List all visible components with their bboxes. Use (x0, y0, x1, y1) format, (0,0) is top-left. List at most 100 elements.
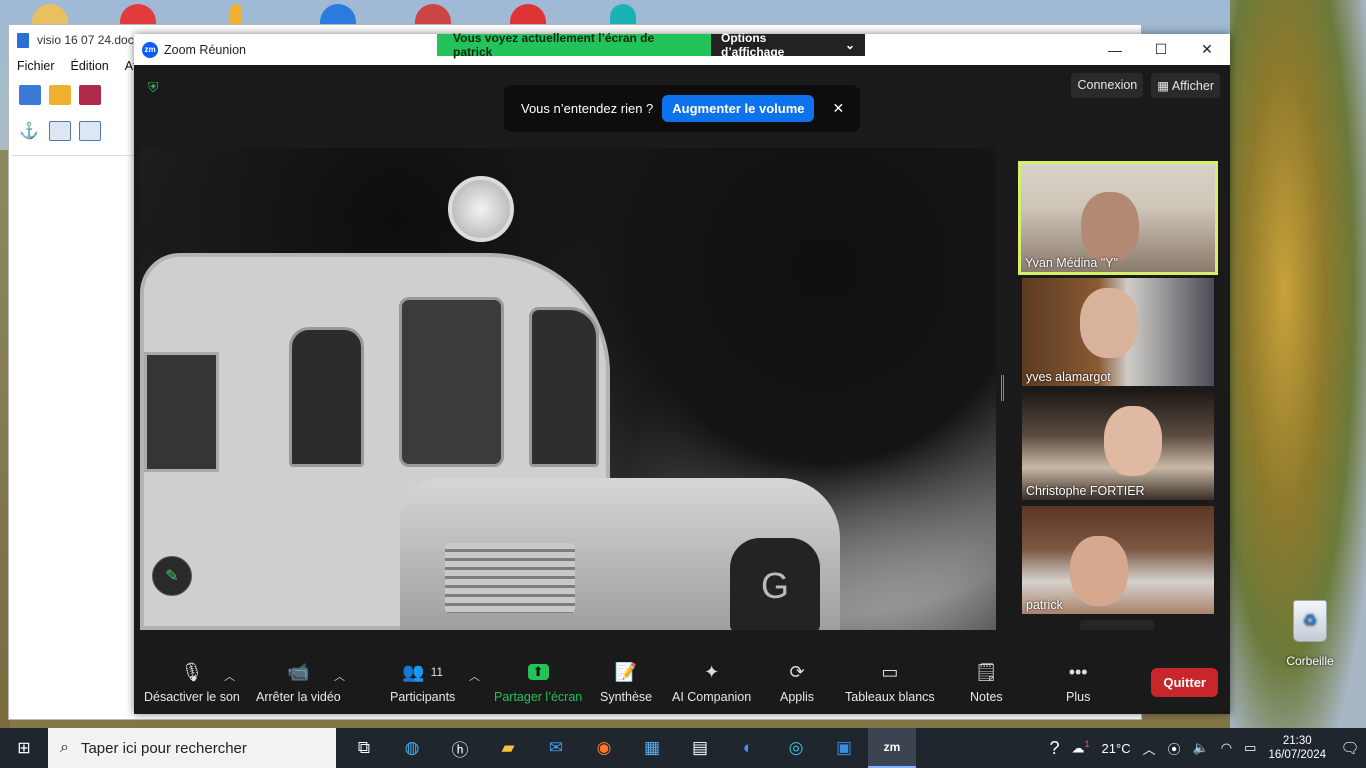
increase-volume-button[interactable]: Augmenter le volume (662, 95, 815, 122)
share-banner-text: Vous voyez actuellement l’écran de patri… (437, 31, 711, 59)
firefox-icon[interactable]: ◉ (580, 728, 628, 768)
railcar-grille (445, 543, 575, 613)
whiteboards-button[interactable]: ▭ Tableaux blancs (845, 660, 935, 705)
railcar-window (399, 297, 504, 467)
encryption-shield-icon[interactable]: ⛨ (148, 79, 159, 96)
window-controls: — ☐ ✕ (1092, 34, 1230, 65)
show-hidden-icons-chevron-icon[interactable]: ︿ (1143, 739, 1156, 758)
participant-name: yves alamargot (1026, 370, 1111, 384)
video-options-caret-icon[interactable]: ︿ (334, 668, 345, 684)
participant-tile[interactable]: yves alamargot (1022, 278, 1214, 386)
participant-video (1104, 406, 1162, 476)
participants-button[interactable]: 👥 11 Participants (390, 660, 456, 705)
document-page[interactable] (11, 155, 135, 715)
participant-video (1080, 288, 1138, 358)
railcar-window (289, 327, 364, 467)
more-button[interactable]: ••• Plus (1066, 660, 1090, 705)
participants-options-caret-icon[interactable]: ︿ (469, 668, 480, 684)
share-screen-label: Partager l’écran (494, 690, 583, 704)
minimize-button[interactable]: — (1092, 34, 1138, 65)
share-screen-icon: ⬆ (527, 660, 549, 684)
participants-label: Participants (390, 690, 456, 704)
menu-edition[interactable]: Édition (71, 59, 109, 73)
shared-screen-video[interactable]: G ✎ (140, 148, 996, 630)
menu-fichier[interactable]: Fichier (17, 59, 55, 73)
maximize-button[interactable]: ☐ (1138, 34, 1184, 65)
afficher-label: Afficher (1171, 79, 1214, 93)
office-app-icon[interactable]: ▤ (676, 728, 724, 768)
afficher-button[interactable]: ▦ Afficher (1151, 73, 1220, 98)
share-screen-button[interactable]: ⬆ Partager l’écran (494, 660, 582, 704)
wifi-icon[interactable]: ◠ (1221, 740, 1232, 756)
notifications-icon[interactable]: 🗨 (1334, 728, 1366, 768)
microphone-icon: 🎙 (180, 661, 204, 682)
participant-tile[interactable]: Christophe FORTIER (1022, 392, 1214, 500)
taskbar-search[interactable]: ⌕ Taper ici pour rechercher (48, 728, 336, 768)
apps-button[interactable]: ⟳ Applis (780, 660, 814, 705)
recycle-bin-icon: ♻ (1293, 600, 1327, 642)
webcam-icon[interactable]: ⦿ (1168, 739, 1181, 758)
taskbar-apps: ⧉ ◍ ⓗ ▰ ✉ ◉ ▦ ▤ ◐ ◎ ▣ zm (340, 728, 916, 768)
view-options-button[interactable]: Options d’affichage ⌄ (711, 31, 865, 59)
quit-meeting-button[interactable]: Quitter (1151, 668, 1218, 697)
wrap-icon[interactable] (79, 121, 101, 141)
taskbar-clock[interactable]: 21:30 16/07/2024 (1268, 734, 1326, 762)
weather-temperature[interactable]: 21°C (1102, 741, 1131, 756)
whiteboard-icon: ▭ (881, 661, 899, 682)
audio-toast-text: Vous n’entendez rien ? (521, 101, 654, 116)
zoom-title: Zoom Réunion (164, 42, 246, 57)
notes-button[interactable]: 🗒 Notes (970, 660, 1003, 705)
close-toast-icon[interactable]: ✕ (832, 100, 844, 117)
stop-video-button[interactable]: 📹 Arrêter la vidéo (256, 660, 341, 705)
annotate-pen-icon[interactable]: ✎ (152, 556, 192, 596)
mail-icon[interactable]: ✉ (532, 728, 580, 768)
chevron-down-icon: ⌄ (844, 38, 855, 52)
notes-label: Notes (970, 690, 1003, 704)
volume-icon[interactable]: 🔈 (1193, 740, 1209, 756)
notes-icon: 🗒 (974, 661, 998, 682)
task-view-icon[interactable]: ⧉ (340, 728, 388, 768)
save-icon[interactable] (79, 85, 101, 105)
app-p-icon[interactable]: ◎ (772, 728, 820, 768)
participant-tile[interactable]: patrick (1022, 506, 1214, 614)
participant-name: Christophe FORTIER (1026, 484, 1145, 498)
zoom-taskbar-icon[interactable]: zm (868, 728, 916, 768)
help-icon[interactable]: ? (1050, 738, 1060, 759)
writer-icon[interactable]: ▣ (820, 728, 868, 768)
anchor-icon[interactable]: ⚓ (19, 121, 41, 141)
clock-date: 16/07/2024 (1268, 749, 1326, 761)
thunderbird-icon[interactable]: ◐ (724, 728, 772, 768)
participant-tile-active[interactable]: Yvan Médina "Y" (1018, 161, 1218, 275)
taskbar: ⊞ ⌕ Taper ici pour rechercher ⧉ ◍ ⓗ ▰ ✉ … (0, 728, 1366, 768)
new-document-icon[interactable] (19, 85, 41, 105)
weather-icon[interactable]: ☁1 (1072, 739, 1090, 756)
split-divider-handle[interactable] (1001, 375, 1004, 401)
edge-icon[interactable]: ◍ (388, 728, 436, 768)
hp-icon[interactable]: ⓗ (436, 728, 484, 768)
audio-options-caret-icon[interactable]: ︿ (224, 668, 235, 684)
close-button[interactable]: ✕ (1184, 34, 1230, 65)
document-title: visio 16 07 24.doc (37, 33, 134, 47)
summary-button[interactable]: 📝 Synthèse (600, 660, 652, 705)
align-icon[interactable] (49, 121, 71, 141)
zoom-window: zm Zoom Réunion Vous voyez actuellement … (134, 31, 1230, 714)
file-explorer-icon[interactable]: ▰ (484, 728, 532, 768)
store-icon[interactable]: ▦ (628, 728, 676, 768)
mute-label: Désactiver le son (144, 690, 240, 704)
battery-icon[interactable]: ▭ (1244, 740, 1256, 756)
connexion-button[interactable]: Connexion (1071, 73, 1144, 98)
stop-video-label: Arrêter la vidéo (256, 690, 341, 704)
open-folder-icon[interactable] (49, 85, 71, 105)
start-windows-icon[interactable]: ⊞ (0, 728, 48, 768)
zoom-logo-icon: zm (142, 41, 158, 58)
participant-name: patrick (1026, 598, 1063, 612)
meeting-toolbar: 🎙 Désactiver le son ︿ 📹 Arrêter la vidéo… (134, 630, 1230, 714)
participants-icon: 👥 11 (402, 661, 444, 682)
participant-video (1081, 192, 1139, 262)
railcar-window (529, 307, 599, 467)
ai-companion-button[interactable]: ✦ AI Companion (672, 660, 751, 705)
railcar-number-plate: G (730, 538, 820, 630)
recycle-bin[interactable]: ♻ Corbeille (1280, 600, 1340, 668)
view-options-label: Options d’affichage (721, 31, 785, 59)
whiteboards-label: Tableaux blancs (845, 690, 935, 704)
